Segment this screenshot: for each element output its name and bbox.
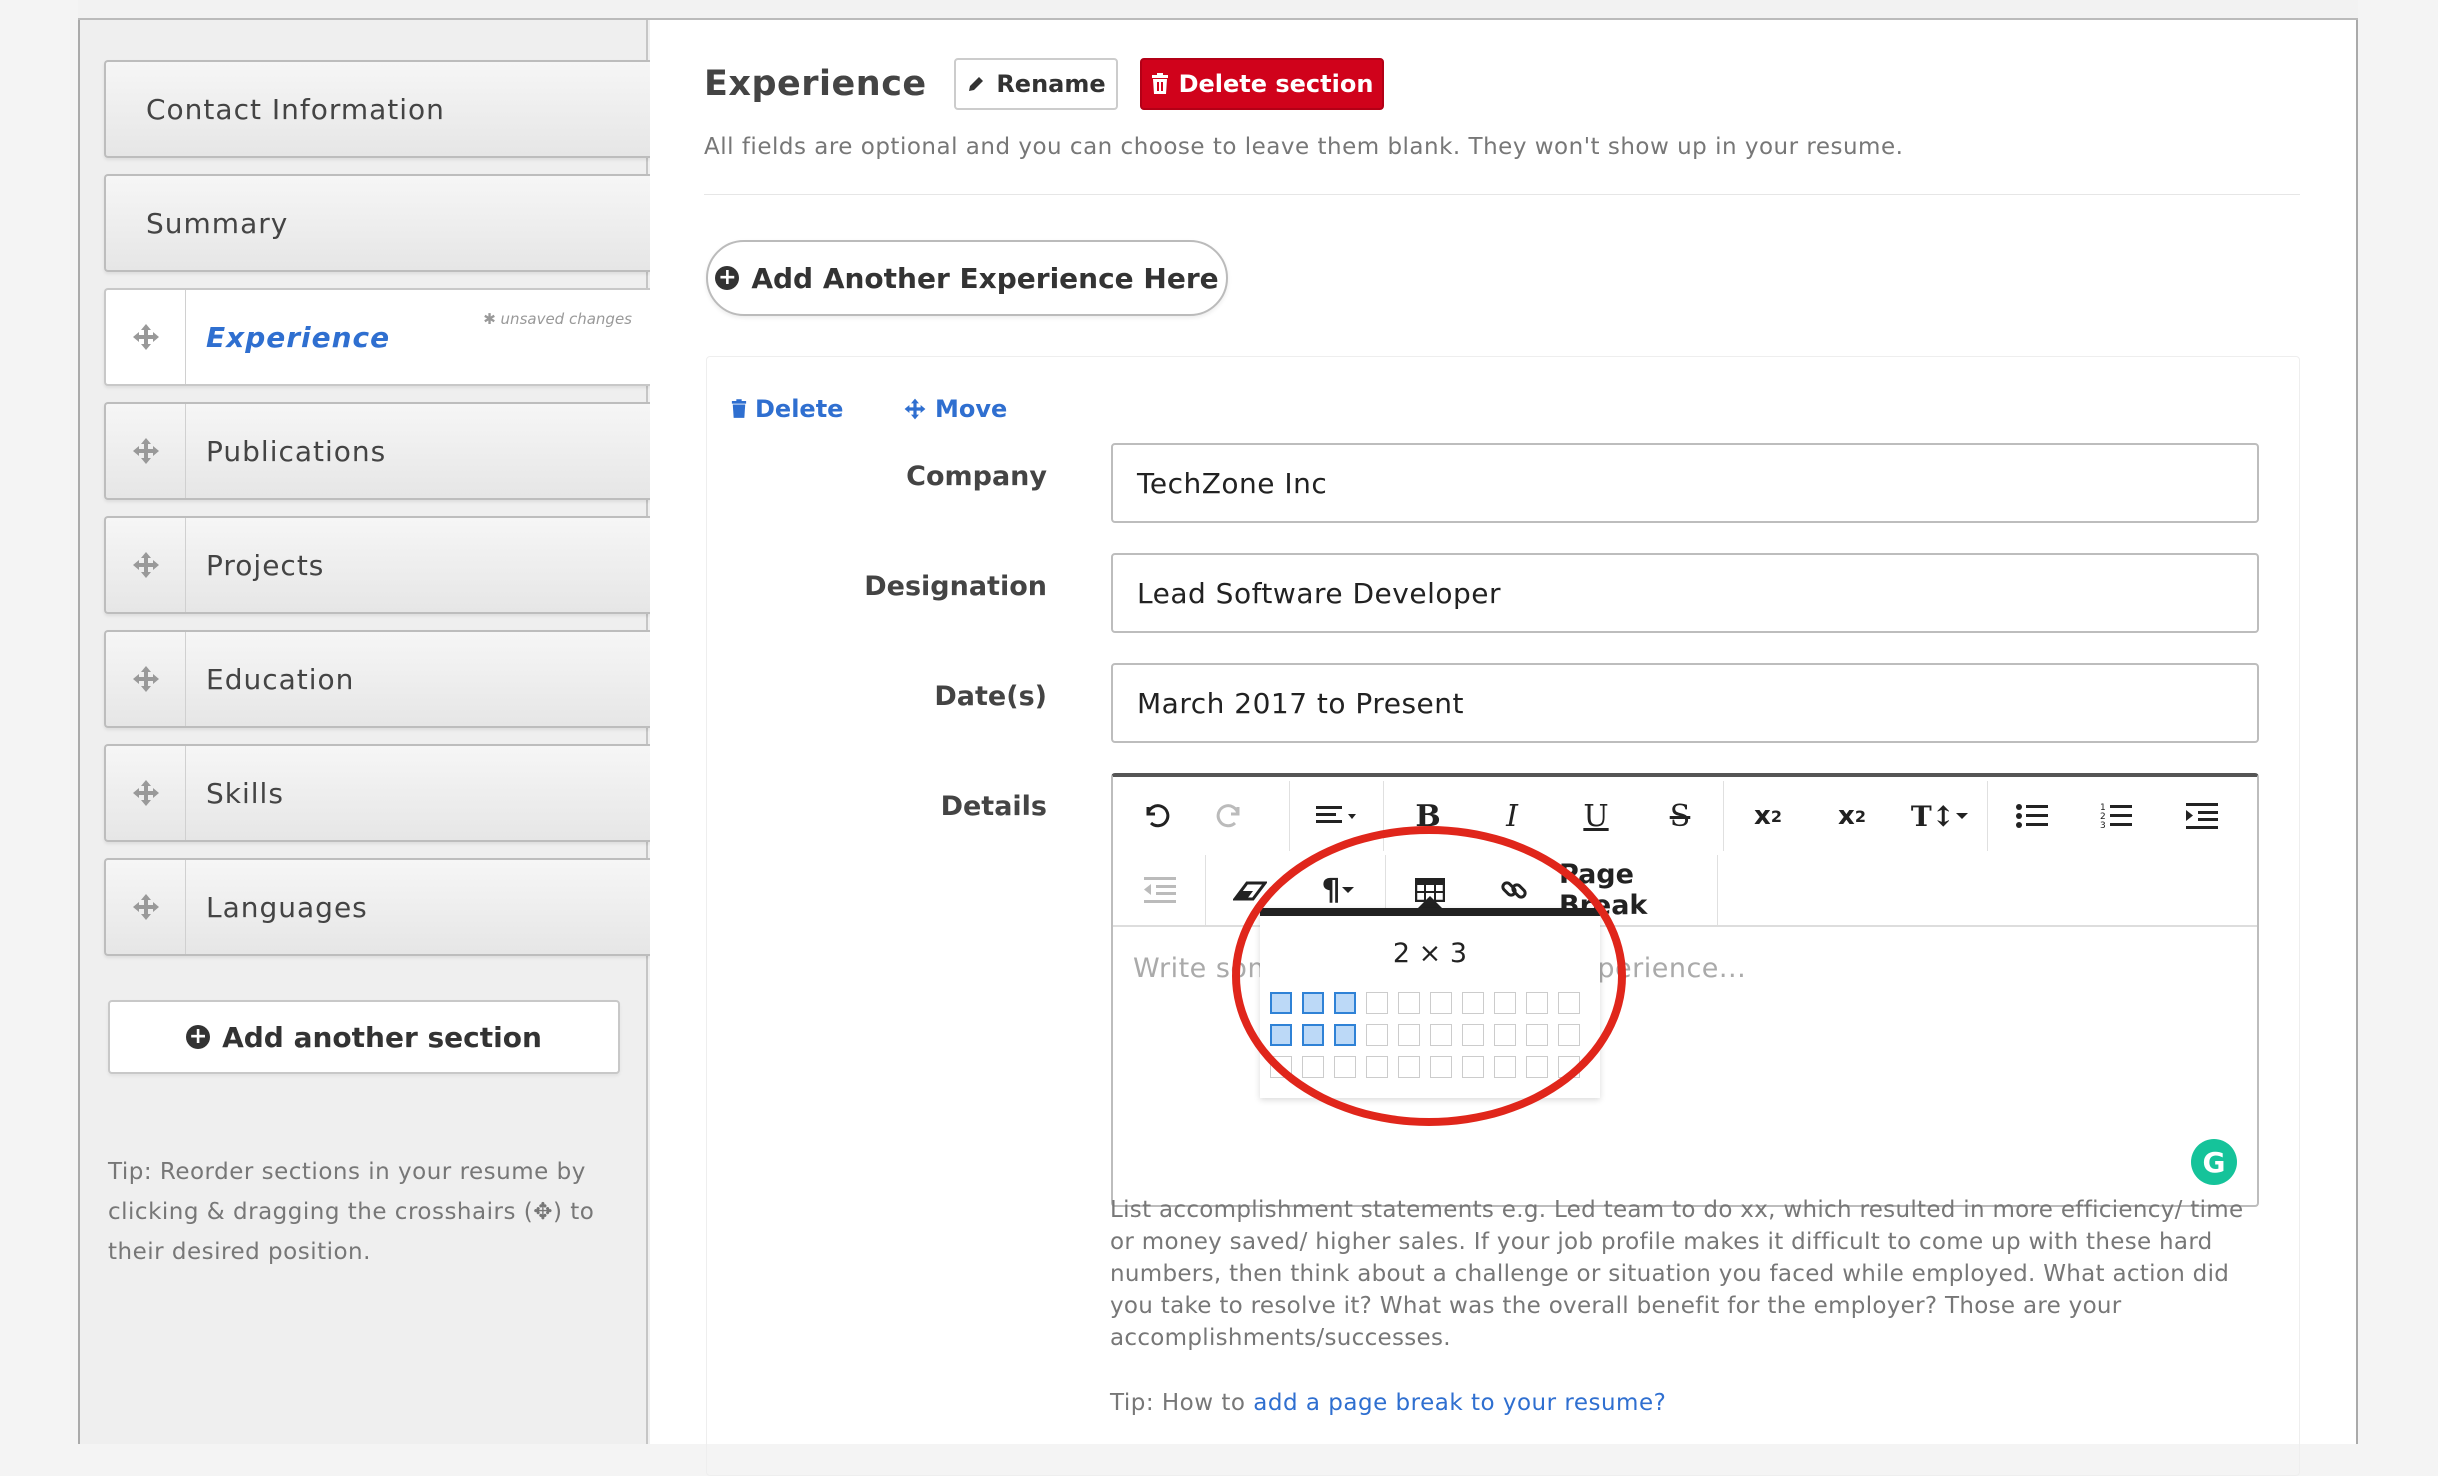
delete-section-label: Delete section bbox=[1178, 70, 1374, 98]
redo-button[interactable] bbox=[1193, 781, 1269, 851]
underline-button[interactable]: U bbox=[1555, 781, 1637, 851]
sections-sidebar: Contact Information Summary Experience ✱ un… bbox=[80, 20, 650, 1444]
sidebar-item-education[interactable]: Education bbox=[104, 630, 650, 728]
indent-button[interactable] bbox=[2159, 781, 2245, 851]
designation-input[interactable]: Lead Software Developer bbox=[1111, 553, 2259, 633]
grammarly-icon[interactable]: G bbox=[2191, 1139, 2237, 1185]
undo-button[interactable] bbox=[1117, 781, 1193, 851]
move-entry-button[interactable]: Move bbox=[903, 395, 1007, 423]
move-icon bbox=[132, 324, 159, 350]
company-input[interactable]: TechZone Inc bbox=[1111, 443, 2259, 523]
sidebar-item-label: Education bbox=[206, 662, 355, 696]
outdent-button[interactable] bbox=[1117, 855, 1203, 925]
strikethrough-button[interactable]: S bbox=[1639, 781, 1721, 851]
add-experience-label: Add Another Experience Here bbox=[751, 261, 1219, 295]
sidebar-item-label: Summary bbox=[146, 206, 289, 240]
drag-handle[interactable] bbox=[106, 632, 186, 726]
outdent-icon bbox=[1144, 877, 1176, 903]
section-subtitle: All fields are optional and you can choo… bbox=[704, 134, 1904, 160]
sidebar-item-contact-information[interactable]: Contact Information bbox=[104, 60, 650, 158]
bullet-list-button[interactable] bbox=[1991, 781, 2073, 851]
designation-label: Designation bbox=[864, 571, 1047, 602]
details-help-text: List accomplishment statements e.g. Led … bbox=[1110, 1197, 2244, 1351]
trash-icon bbox=[1151, 73, 1168, 94]
top-bar bbox=[78, 0, 2358, 20]
superscript-button[interactable]: x2 bbox=[1811, 781, 1893, 851]
move-icon bbox=[904, 398, 926, 420]
move-icon bbox=[132, 780, 159, 806]
rename-label: Rename bbox=[996, 70, 1106, 98]
sidebar-item-summary[interactable]: Summary bbox=[104, 174, 650, 272]
details-label: Details bbox=[940, 791, 1047, 822]
numbered-list-icon: 123 bbox=[2100, 803, 2132, 830]
sidebar-item-skills[interactable]: Skills bbox=[104, 744, 650, 842]
toolbar-separator bbox=[1723, 781, 1724, 851]
sidebar-item-label: Publications bbox=[206, 434, 387, 468]
chevron-down-icon bbox=[1956, 813, 1969, 819]
sidebar-item-publications[interactable]: Publications bbox=[104, 402, 650, 500]
highlight-ring bbox=[1232, 826, 1626, 1126]
drag-handle[interactable] bbox=[106, 518, 186, 612]
drag-handle[interactable] bbox=[106, 404, 186, 498]
toolbar-separator bbox=[1205, 855, 1206, 925]
move-icon bbox=[132, 894, 159, 920]
drag-handle[interactable] bbox=[106, 290, 186, 384]
sidebar-item-languages[interactable]: Languages bbox=[104, 858, 650, 956]
indent-icon bbox=[2186, 803, 2218, 829]
add-section-label: Add another section bbox=[222, 1020, 542, 1054]
undo-icon bbox=[1146, 804, 1170, 828]
toolbar-separator bbox=[1717, 855, 1718, 925]
page-break-tip-prefix: Tip: How to bbox=[1110, 1390, 1254, 1416]
trash-icon bbox=[731, 399, 747, 418]
page-break-tip: Tip: How to add a page break to your res… bbox=[1110, 1390, 1666, 1416]
company-label: Company bbox=[906, 461, 1047, 492]
sidebar-item-projects[interactable]: Projects bbox=[104, 516, 650, 614]
reorder-tip: Tip: Reorder sections in your resume by … bbox=[108, 1159, 595, 1265]
move-icon bbox=[132, 438, 159, 464]
section-title: Experience bbox=[704, 64, 927, 104]
bullet-list-icon bbox=[2016, 804, 2048, 828]
sidebar-item-label: Experience bbox=[206, 320, 391, 354]
divider bbox=[704, 194, 2300, 195]
toolbar-separator bbox=[1289, 781, 1290, 851]
add-experience-button[interactable]: + Add Another Experience Here bbox=[706, 240, 1228, 316]
pencil-icon bbox=[969, 77, 984, 91]
plus-circle-icon: + bbox=[186, 1025, 211, 1049]
font-size-dropdown[interactable]: T↕ bbox=[1895, 781, 1985, 851]
add-another-section-button[interactable]: + Add another section bbox=[108, 1000, 620, 1074]
dates-label: Date(s) bbox=[934, 681, 1047, 712]
plus-circle-icon: + bbox=[715, 266, 740, 290]
sidebar-item-experience[interactable]: Experience ✱ unsaved changes bbox=[104, 288, 650, 386]
move-icon bbox=[132, 666, 159, 692]
svg-text:3: 3 bbox=[2100, 821, 2106, 830]
sidebar-item-label: Languages bbox=[206, 890, 368, 924]
drag-handle[interactable] bbox=[106, 860, 186, 954]
numbered-list-button[interactable]: 123 bbox=[2075, 781, 2157, 851]
sidebar-item-label: Skills bbox=[206, 776, 284, 810]
sidebar-item-label: Projects bbox=[206, 548, 325, 582]
page-break-tip-link[interactable]: add a page break to your resume? bbox=[1253, 1390, 1666, 1416]
move-entry-label: Move bbox=[935, 395, 1008, 423]
align-left-icon bbox=[1316, 806, 1356, 823]
delete-entry-button[interactable]: Delete bbox=[731, 395, 843, 423]
drag-handle[interactable] bbox=[106, 746, 186, 840]
toolbar-separator bbox=[1987, 781, 1988, 851]
unsaved-changes-note: ✱ unsaved changes bbox=[483, 310, 632, 328]
rename-button[interactable]: Rename bbox=[954, 58, 1118, 110]
subscript-button[interactable]: x2 bbox=[1727, 781, 1809, 851]
dates-input[interactable]: March 2017 to Present bbox=[1111, 663, 2259, 743]
redo-icon bbox=[1216, 804, 1240, 828]
move-icon bbox=[132, 552, 159, 578]
text-height-icon: T↕ bbox=[1910, 799, 1956, 833]
delete-entry-label: Delete bbox=[755, 395, 844, 423]
sidebar-item-label: Contact Information bbox=[146, 92, 445, 126]
delete-section-button[interactable]: Delete section bbox=[1140, 58, 1384, 110]
